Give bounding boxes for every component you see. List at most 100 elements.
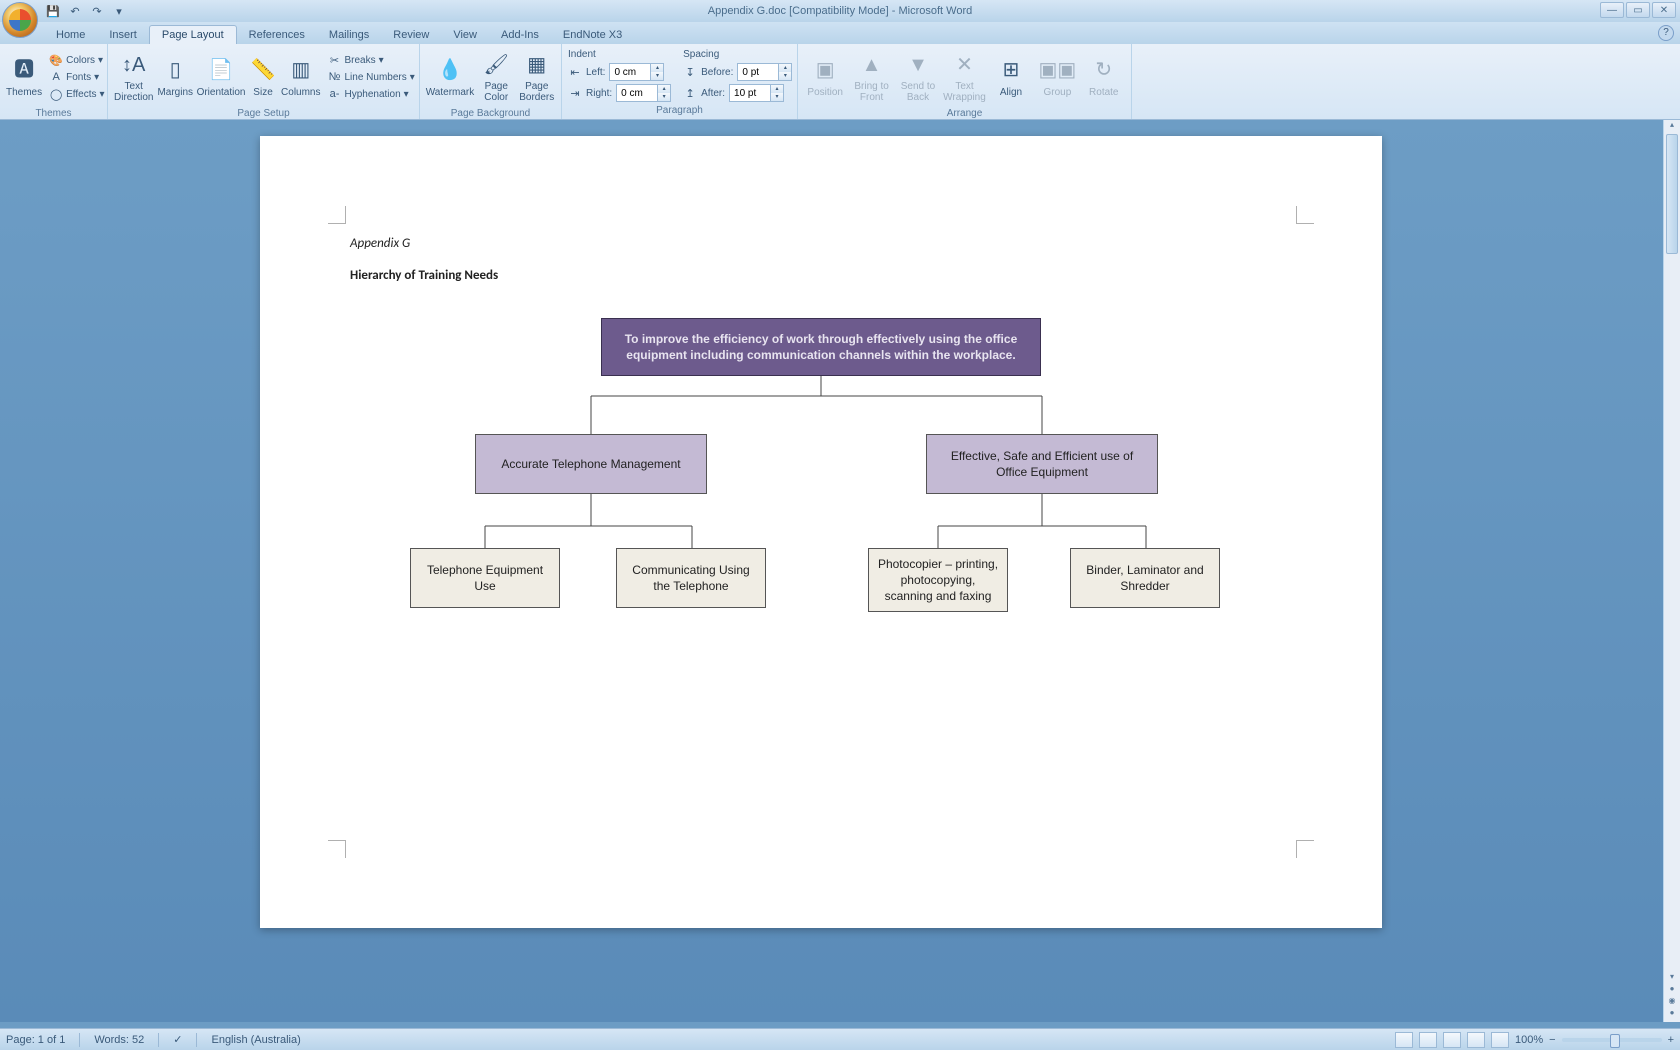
themes-button[interactable]: 🅰Themes [6, 46, 42, 108]
vertical-scrollbar[interactable]: ▴ ▾ ● ◉ ● [1663, 120, 1680, 1022]
text-direction-icon: ↕A [120, 51, 148, 79]
view-full-screen[interactable] [1419, 1032, 1437, 1048]
align-button[interactable]: ⊞Align [990, 46, 1032, 108]
view-web-layout[interactable] [1443, 1032, 1461, 1048]
status-page[interactable]: Page: 1 of 1 [6, 1034, 65, 1046]
hyphenation-icon: a- [328, 87, 342, 101]
hierarchy-leaf-1: Telephone Equipment Use [410, 548, 560, 608]
tab-page-layout[interactable]: Page Layout [149, 25, 237, 44]
tab-addins[interactable]: Add-Ins [489, 26, 551, 44]
align-icon: ⊞ [997, 57, 1025, 85]
qat-customize[interactable]: ▾ [110, 2, 128, 20]
page-color-icon: 🖌 [482, 51, 510, 79]
tab-home[interactable]: Home [44, 26, 97, 44]
next-page[interactable]: ● [1664, 1008, 1680, 1022]
breaks-icon: ✂ [328, 53, 342, 67]
spacing-heading: Spacing [683, 49, 792, 60]
scroll-up[interactable]: ▴ [1664, 120, 1680, 134]
orientation-icon: 📄 [207, 57, 235, 85]
undo-button[interactable]: ↶ [66, 2, 84, 20]
theme-fonts[interactable]: AFonts ▾ [46, 69, 107, 85]
zoom-out[interactable]: − [1549, 1034, 1555, 1046]
bring-front-icon: ▲ [858, 51, 886, 79]
redo-button[interactable]: ↷ [88, 2, 106, 20]
indent-heading: Indent [568, 49, 671, 60]
tab-endnote[interactable]: EndNote X3 [551, 26, 634, 44]
breaks-button[interactable]: ✂Breaks ▾ [325, 52, 418, 68]
restore-button[interactable]: ▭ [1626, 2, 1650, 18]
page[interactable]: Appendix G Hierarchy of Training Needs [260, 136, 1382, 928]
text-direction[interactable]: ↕AText Direction [114, 46, 153, 108]
colors-icon: 🎨 [49, 53, 63, 67]
status-bar: Page: 1 of 1 Words: 52 ✓ English (Austra… [0, 1028, 1680, 1050]
effects-icon: ◯ [49, 87, 63, 101]
office-button[interactable] [2, 2, 38, 38]
save-button[interactable]: 💾 [44, 2, 62, 20]
line-numbers-icon: № [328, 70, 342, 84]
status-words[interactable]: Words: 52 [94, 1034, 144, 1046]
spacing-before-input[interactable]: ▴▾ [737, 63, 792, 81]
group-arrange-label: Arrange [804, 108, 1125, 120]
position-icon: ▣ [811, 57, 839, 85]
zoom-level[interactable]: 100% [1515, 1034, 1543, 1046]
view-draft[interactable] [1491, 1032, 1509, 1048]
hyphenation-button[interactable]: a-Hyphenation ▾ [325, 86, 418, 102]
document-subtitle: Hierarchy of Training Needs [350, 268, 498, 283]
themes-icon: 🅰 [10, 57, 38, 85]
size-icon: 📏 [249, 57, 277, 85]
window-title: Appendix G.doc [Compatibility Mode] - Mi… [708, 5, 973, 17]
view-outline[interactable] [1467, 1032, 1485, 1048]
watermark-button[interactable]: 💧Watermark [426, 46, 474, 108]
send-back-icon: ▼ [904, 51, 932, 79]
page-color-button[interactable]: 🖌Page Color [478, 46, 515, 108]
theme-effects[interactable]: ◯Effects ▾ [46, 86, 107, 102]
tab-references[interactable]: References [237, 26, 317, 44]
diagram-connectors [330, 316, 1312, 736]
status-proofing-icon[interactable]: ✓ [173, 1033, 182, 1046]
tab-review[interactable]: Review [381, 26, 441, 44]
hierarchy-diagram: To improve the efficiency of work throug… [330, 316, 1312, 736]
zoom-slider[interactable] [1562, 1038, 1662, 1042]
zoom-in[interactable]: + [1668, 1034, 1674, 1046]
view-print-layout[interactable] [1395, 1032, 1413, 1048]
group-themes-label: Themes [6, 108, 101, 120]
document-area: Appendix G Hierarchy of Training Needs [0, 120, 1680, 1022]
group-page-setup-label: Page Setup [114, 108, 413, 120]
text-wrapping-icon: ✕ [950, 51, 978, 79]
minimize-button[interactable]: — [1600, 2, 1624, 18]
watermark-icon: 💧 [436, 57, 464, 85]
bring-front-button: ▲Bring to Front [850, 46, 892, 108]
columns-icon: ▥ [287, 57, 315, 85]
rotate-icon: ↻ [1090, 57, 1118, 85]
send-back-button: ▼Send to Back [897, 46, 939, 108]
indent-left-input[interactable]: ▴▾ [609, 63, 664, 81]
size-button[interactable]: 📏Size [249, 46, 277, 108]
help-button[interactable]: ? [1658, 25, 1674, 41]
close-button[interactable]: ✕ [1652, 2, 1676, 18]
tab-insert[interactable]: Insert [97, 26, 149, 44]
margins-button[interactable]: ▯Margins [157, 46, 193, 108]
group-icon: ▣▣ [1043, 57, 1071, 85]
tab-view[interactable]: View [441, 26, 489, 44]
indent-right-input[interactable]: ▴▾ [616, 84, 671, 102]
margins-icon: ▯ [161, 57, 189, 85]
ribbon-tabs: Home Insert Page Layout References Maili… [0, 22, 1680, 44]
tab-mailings[interactable]: Mailings [317, 26, 381, 44]
orientation-button[interactable]: 📄Orientation [197, 46, 245, 108]
theme-colors[interactable]: 🎨Colors ▾ [46, 52, 107, 68]
crop-mark [1296, 840, 1314, 858]
page-borders-button[interactable]: ▦Page Borders [519, 46, 556, 108]
page-borders-icon: ▦ [523, 51, 551, 79]
columns-button[interactable]: ▥Columns [281, 46, 320, 108]
hierarchy-branch-1: Accurate Telephone Management [475, 434, 707, 494]
indent-right-icon: ⇥ [568, 86, 582, 100]
fonts-icon: A [49, 70, 63, 84]
indent-left-icon: ⇤ [568, 65, 582, 79]
ribbon: 🅰Themes 🎨Colors ▾ AFonts ▾ ◯Effects ▾ Th… [0, 44, 1680, 120]
status-language[interactable]: English (Australia) [211, 1034, 300, 1046]
hierarchy-leaf-3: Photocopier – printing, photocopying, sc… [868, 548, 1008, 612]
spacing-after-input[interactable]: ▴▾ [729, 84, 784, 102]
line-numbers-button[interactable]: №Line Numbers ▾ [325, 69, 418, 85]
document-header: Appendix G [350, 236, 410, 251]
scroll-thumb[interactable] [1666, 134, 1678, 254]
